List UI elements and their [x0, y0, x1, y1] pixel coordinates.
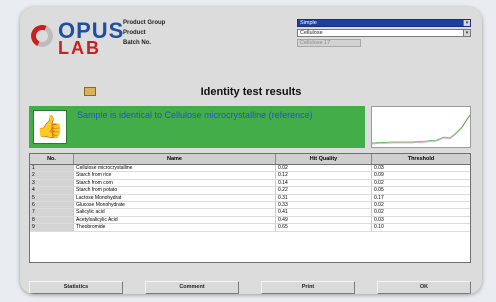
- row-no: 1: [30, 165, 74, 172]
- table-row[interactable]: 8 Acetylsalicylic Acid 0.49 0.03: [30, 216, 470, 225]
- row-name: Cellulose microcrystalline: [74, 165, 276, 172]
- product-select[interactable]: Cellulose ▾: [297, 29, 471, 37]
- row-threshold: 0.17: [374, 194, 384, 201]
- row-no: 9: [30, 224, 74, 231]
- comment-button[interactable]: Comment: [145, 281, 239, 294]
- row-hit: 0.33: [276, 202, 372, 209]
- row-name: Theobromide: [74, 224, 276, 231]
- row-threshold: 0.02: [374, 209, 384, 216]
- table-row[interactable]: 9 Theobromide 0.65 0.10: [30, 224, 470, 232]
- row-hit: 0.12: [276, 172, 372, 179]
- col-hit-quality[interactable]: Hit Quality: [276, 154, 372, 164]
- spectrum-preview: [371, 106, 471, 148]
- row-hit: 0.49: [276, 216, 372, 224]
- logo-lab-text: LAB: [58, 38, 101, 58]
- product-group-value: Simple: [300, 20, 317, 26]
- product-label: Product: [123, 30, 146, 36]
- row-no: 2: [30, 172, 74, 179]
- product-group-select[interactable]: Simple ▾: [297, 19, 471, 27]
- row-hit: 0.22: [276, 187, 372, 194]
- row-threshold: 0.02: [374, 179, 384, 186]
- opus-lab-logo: OPUS LAB: [27, 17, 123, 61]
- logo-ring-icon: [27, 21, 57, 51]
- batch-no-label: Batch No.: [123, 40, 152, 46]
- row-no: 4: [30, 187, 74, 194]
- row-threshold: 0.09: [374, 172, 384, 179]
- spectrum-plot: [371, 114, 471, 145]
- row-hit: 0.41: [276, 209, 372, 216]
- row-threshold: 0.10: [374, 224, 384, 231]
- row-name: Starch from potato: [74, 187, 276, 194]
- row-threshold: 0.05: [374, 187, 384, 194]
- chevron-down-icon[interactable]: ▾: [463, 30, 470, 36]
- row-name: Glucose Monohydrate: [74, 202, 276, 209]
- ok-button[interactable]: OK: [377, 281, 471, 294]
- row-threshold: 0.03: [374, 216, 384, 223]
- row-no: 5: [30, 194, 74, 201]
- row-name: Starch from corn: [74, 179, 276, 187]
- col-no[interactable]: No.: [30, 154, 74, 164]
- product-value: Cellulose: [300, 30, 323, 36]
- table-row[interactable]: 3 Starch from corn 0.14 0.02: [30, 179, 470, 188]
- table-row[interactable]: 4 Starch from potato 0.22 0.05: [30, 187, 470, 195]
- table-row[interactable]: 7 Salicylic acid 0.41 0.02: [30, 209, 470, 217]
- batch-no-field: Cellulose 17: [297, 39, 361, 47]
- row-no: 8: [30, 216, 74, 224]
- row-no: 3: [30, 179, 74, 187]
- row-no: 7: [30, 209, 74, 216]
- row-hit: 0.02: [276, 165, 372, 172]
- row-hit: 0.14: [276, 179, 372, 187]
- table-row[interactable]: 2 Starch from rice 0.12 0.09: [30, 172, 470, 180]
- col-name[interactable]: Name: [74, 154, 276, 164]
- print-button[interactable]: Print: [261, 281, 355, 294]
- row-hit: 0.65: [276, 224, 372, 231]
- row-name: Lactose Monohydrat: [74, 194, 276, 201]
- table-row[interactable]: 6 Glucose Monohydrate 0.33 0.02: [30, 202, 470, 210]
- result-message: Sample is identical to Cellulose microcr…: [77, 110, 313, 120]
- table-row[interactable]: 1 Cellulose microcrystalline 0.02 0.03: [30, 165, 470, 173]
- chevron-down-icon[interactable]: ▾: [463, 20, 470, 26]
- row-name: Salicylic acid: [74, 209, 276, 216]
- batch-no-value: Cellulose 17: [300, 40, 331, 46]
- product-group-label: Product Group: [123, 20, 166, 26]
- statistics-button[interactable]: Statistics: [29, 281, 123, 294]
- row-name: Starch from rice: [74, 172, 276, 179]
- page-title: Identity test results: [200, 86, 302, 98]
- table-row[interactable]: 5 Lactose Monohydrat 0.31 0.17: [30, 194, 470, 202]
- row-threshold: 0.02: [374, 202, 384, 208]
- opus-lab-window: OPUS LAB Product Group Product Batch No.…: [20, 7, 482, 294]
- row-name: Acetylsalicylic Acid: [74, 216, 276, 224]
- row-hit: 0.31: [276, 194, 372, 201]
- row-no: 6: [30, 202, 74, 209]
- results-table: No. Name Hit Quality Threshold 1 Cellulo…: [29, 153, 471, 263]
- result-banner: 👍 Sample is identical to Cellulose micro…: [29, 106, 365, 148]
- thumbs-up-icon: 👍: [33, 110, 67, 144]
- table-header: No. Name Hit Quality Threshold: [30, 154, 470, 165]
- col-threshold[interactable]: Threshold: [372, 154, 470, 164]
- row-threshold: 0.03: [374, 165, 384, 171]
